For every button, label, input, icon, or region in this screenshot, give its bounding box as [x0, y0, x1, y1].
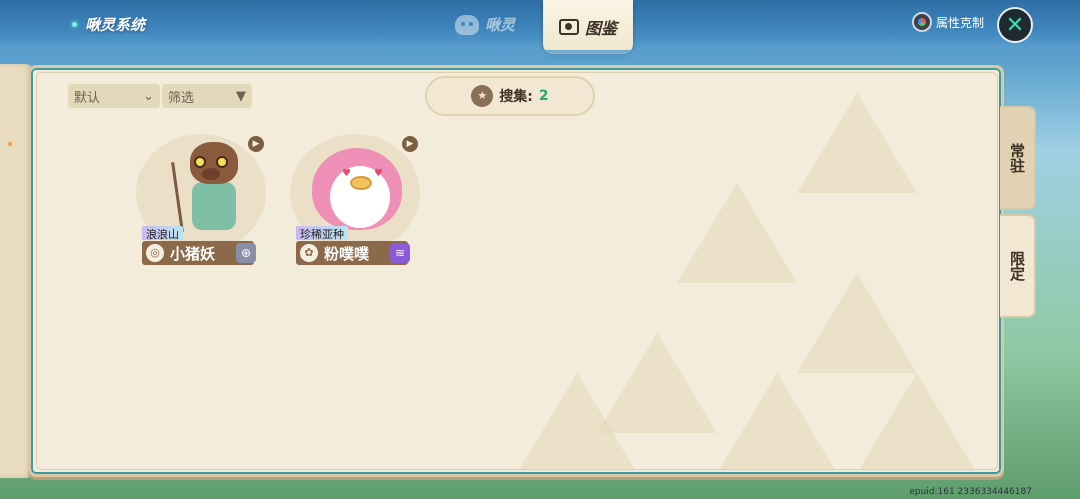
chevron-down-icon: ⌄ — [143, 88, 154, 104]
top-bar: 啾灵系统 啾灵 图鉴 属性克制 ✕ — [0, 0, 1080, 66]
play-voice-button[interactable]: ▶ — [246, 134, 266, 154]
boar-body — [192, 182, 236, 230]
wave-icon: ≋ — [390, 243, 410, 263]
heart-eye-icon: ♥ — [374, 168, 383, 179]
collection-counter: ★ 搜集: 2 — [425, 76, 595, 116]
bg-triangle-decoration — [797, 273, 917, 373]
boar-eye — [194, 156, 206, 168]
collection-label: 搜集: — [499, 89, 533, 105]
tab-limited-label: 限定 — [1008, 251, 1026, 281]
play-voice-button[interactable]: ▶ — [400, 134, 420, 154]
plus-icon: ⊕ — [236, 243, 256, 263]
attribute-wheel-icon — [912, 12, 932, 32]
sort-label: 默认 — [74, 90, 101, 106]
tab-spirit-label: 啾灵 — [485, 16, 516, 34]
title-dot-icon — [72, 22, 77, 27]
creature-card[interactable]: ♥ ♥ ▶ 珍稀亚种 ✿ 粉噗噗 ≋ — [290, 134, 420, 265]
wind-element-icon: ◎ — [146, 244, 164, 262]
tab-dex[interactable]: 图鉴 — [543, 0, 633, 54]
card-name: 粉噗噗 — [324, 244, 370, 263]
tab-permanent-label: 常驻 — [1008, 143, 1026, 173]
collection-count: 2 — [538, 88, 549, 104]
close-icon: ✕ — [1005, 12, 1025, 38]
creature-portrait-boar — [171, 142, 242, 232]
dex-icon — [558, 19, 579, 35]
sort-dropdown[interactable]: 默认 ⌄ — [68, 84, 160, 108]
creature-card[interactable]: ▶ 浪浪山 ◎ 小猪妖 ⊕ — [136, 134, 266, 265]
footer-uid: epuid:161 2336334446187 — [909, 487, 1032, 497]
filter-button[interactable]: 筛选 ▼ — [162, 84, 252, 108]
dex-inner-area — [36, 72, 998, 470]
card-name: 小猪妖 — [170, 244, 216, 263]
heart-eye-icon: ♥ — [342, 168, 351, 179]
bg-triangle-decoration — [717, 373, 837, 469]
card-tag: 珍稀亚种 — [296, 226, 348, 241]
tab-limited[interactable]: 限定 — [1000, 214, 1036, 318]
attribute-counter-label: 属性克制 — [936, 15, 985, 30]
bg-triangle-decoration — [517, 373, 637, 469]
bg-triangle-decoration — [857, 373, 977, 469]
attribute-counter-button[interactable]: 属性克制 — [912, 12, 984, 32]
filter-funnel-icon: ▼ — [236, 88, 246, 104]
close-button[interactable]: ✕ — [997, 7, 1033, 43]
tab-dex-label: 图鉴 — [584, 19, 617, 38]
penguin-beak — [350, 176, 372, 190]
page-marker-icon — [8, 142, 12, 146]
card-tag: 浪浪山 — [142, 226, 183, 241]
system-title: 啾灵系统 — [72, 14, 145, 35]
filter-label: 筛选 — [168, 90, 195, 106]
spirit-icon — [455, 14, 479, 35]
bg-triangle-decoration — [677, 183, 797, 283]
system-title-text: 啾灵系统 — [85, 16, 146, 34]
leaf-element-icon: ✿ — [300, 244, 318, 262]
boar-eye — [216, 156, 228, 168]
boar-snout — [202, 168, 220, 180]
tab-spirit[interactable]: 啾灵 — [455, 14, 515, 35]
tab-permanent[interactable]: 常驻 — [1000, 106, 1036, 210]
creature-portrait-penguin: ♥ ♥ — [312, 148, 402, 230]
bg-triangle-decoration — [797, 93, 917, 193]
